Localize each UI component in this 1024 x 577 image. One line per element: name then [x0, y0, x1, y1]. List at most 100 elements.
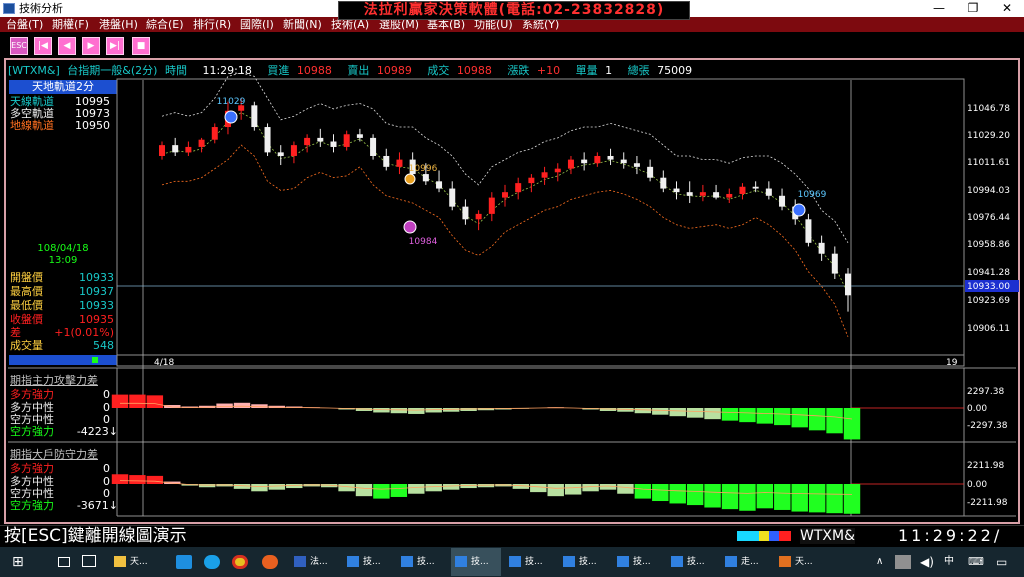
chart-app-icon	[563, 556, 575, 567]
marker-high	[224, 110, 238, 124]
current-price-label: 10933.00	[967, 282, 1010, 292]
candle-body	[436, 181, 443, 189]
taskbar-label: 技...	[363, 557, 381, 567]
marker-mid-label: 10996	[409, 164, 438, 174]
taskbar-item[interactable]: 技...	[559, 548, 609, 576]
taskbar-label: 天...	[130, 557, 148, 567]
app-window-icon	[779, 556, 791, 567]
store-icon[interactable]	[176, 555, 192, 569]
histogram-bar	[843, 408, 861, 440]
candle-body	[462, 206, 469, 220]
folder-icon	[114, 556, 126, 567]
candle-body	[541, 172, 548, 178]
edge-icon[interactable]	[204, 555, 220, 569]
histogram-bar	[338, 484, 355, 492]
taskbar-item[interactable]: 走...	[721, 548, 771, 576]
histogram-bar	[669, 408, 686, 417]
chart-canvas[interactable]: 11046.78 11029.20 11011.61 10994.03 1097…	[0, 0, 1024, 577]
volume-icon[interactable]: ◀)	[920, 555, 936, 569]
keyboard-icon[interactable]: ⌨	[968, 555, 984, 569]
windows-start-icon[interactable]: ⊞	[12, 555, 28, 569]
ime-icon[interactable]: 中	[944, 555, 960, 569]
histogram-bar	[233, 402, 251, 408]
task-view-icon[interactable]	[58, 557, 70, 567]
histogram-bar	[808, 408, 826, 431]
candle-body	[779, 195, 786, 207]
panel1-tick: 2297.38	[967, 387, 1004, 397]
chart-app-icon	[509, 556, 521, 567]
histogram-bar	[756, 484, 774, 509]
histogram-bar	[216, 403, 233, 408]
histogram-bar	[721, 484, 739, 510]
color-block	[737, 531, 759, 541]
candle-body	[554, 168, 561, 173]
taskbar-item[interactable]: 天...	[775, 548, 825, 576]
status-clock: 11:29:22/	[898, 526, 1003, 545]
taskbar-item[interactable]: 技...	[343, 548, 393, 576]
y-tick: 11046.78	[967, 104, 1010, 114]
color-block	[769, 531, 779, 541]
histogram-bar	[791, 408, 808, 428]
histogram-bar	[634, 484, 652, 499]
taskbar-item[interactable]: 法...	[290, 548, 338, 576]
histogram-bar	[686, 484, 704, 506]
candle-body	[607, 155, 614, 160]
histogram-bar	[704, 408, 721, 420]
candle-body	[251, 105, 258, 128]
histogram-bar	[739, 408, 756, 423]
chrome-icon[interactable]	[232, 555, 248, 569]
histogram-bar	[826, 408, 843, 434]
histogram-bar	[774, 484, 791, 510]
marker-low	[403, 220, 417, 234]
histogram-bar	[564, 484, 582, 495]
chart-app-icon	[347, 556, 359, 567]
histogram-bar	[233, 484, 251, 489]
candle-body	[686, 192, 693, 196]
tray-chevron-icon[interactable]: ∧	[876, 555, 892, 569]
y-tick: 10976.44	[967, 213, 1010, 223]
candle-body	[396, 159, 403, 167]
status-symbol: WTXM&	[800, 528, 855, 544]
histogram-bar	[442, 408, 460, 412]
candle-body	[211, 127, 218, 140]
candle-body	[765, 188, 772, 196]
candle-body	[528, 177, 535, 184]
chart-app-icon	[671, 556, 683, 567]
candle-body	[185, 146, 192, 153]
taskbar-item[interactable]: 技...	[505, 548, 555, 576]
browser-icon[interactable]	[262, 555, 278, 569]
network-icon[interactable]	[895, 555, 911, 569]
taskbar-item[interactable]: 技...	[667, 548, 717, 576]
histogram-bar	[686, 408, 704, 418]
panel1-tick: 0.00	[967, 404, 987, 414]
histogram-bar	[425, 484, 442, 492]
candle-body	[159, 145, 165, 156]
histogram-bar	[198, 484, 216, 488]
candle-body	[317, 137, 324, 142]
taskbar-app-icon[interactable]	[82, 555, 96, 567]
taskbar-label: 技...	[525, 557, 543, 567]
histogram-bar	[547, 484, 564, 497]
candle-body	[370, 137, 377, 156]
panel1-bar-series	[111, 394, 861, 440]
candle-body	[343, 134, 350, 147]
candle-body	[264, 127, 271, 153]
app-window-icon	[294, 556, 306, 567]
marker-recent	[792, 203, 806, 217]
marker-mid	[404, 173, 416, 185]
candle-body	[449, 188, 456, 207]
taskbar-item-active[interactable]: 技...	[451, 548, 501, 576]
notification-icon[interactable]: ▭	[996, 555, 1012, 569]
lower-band-line	[161, 144, 849, 338]
histogram-bar	[582, 484, 599, 492]
taskbar-item[interactable]: 技...	[613, 548, 663, 576]
color-block	[779, 531, 791, 541]
taskbar-item[interactable]: 技...	[397, 548, 447, 576]
histogram-bar	[355, 484, 373, 497]
histogram-bar	[774, 408, 791, 426]
histogram-bar	[634, 408, 652, 414]
taskbar-label: 天...	[795, 557, 813, 567]
histogram-bar	[617, 484, 634, 494]
histogram-bar	[268, 484, 286, 490]
taskbar-item[interactable]: 天...	[110, 548, 160, 576]
